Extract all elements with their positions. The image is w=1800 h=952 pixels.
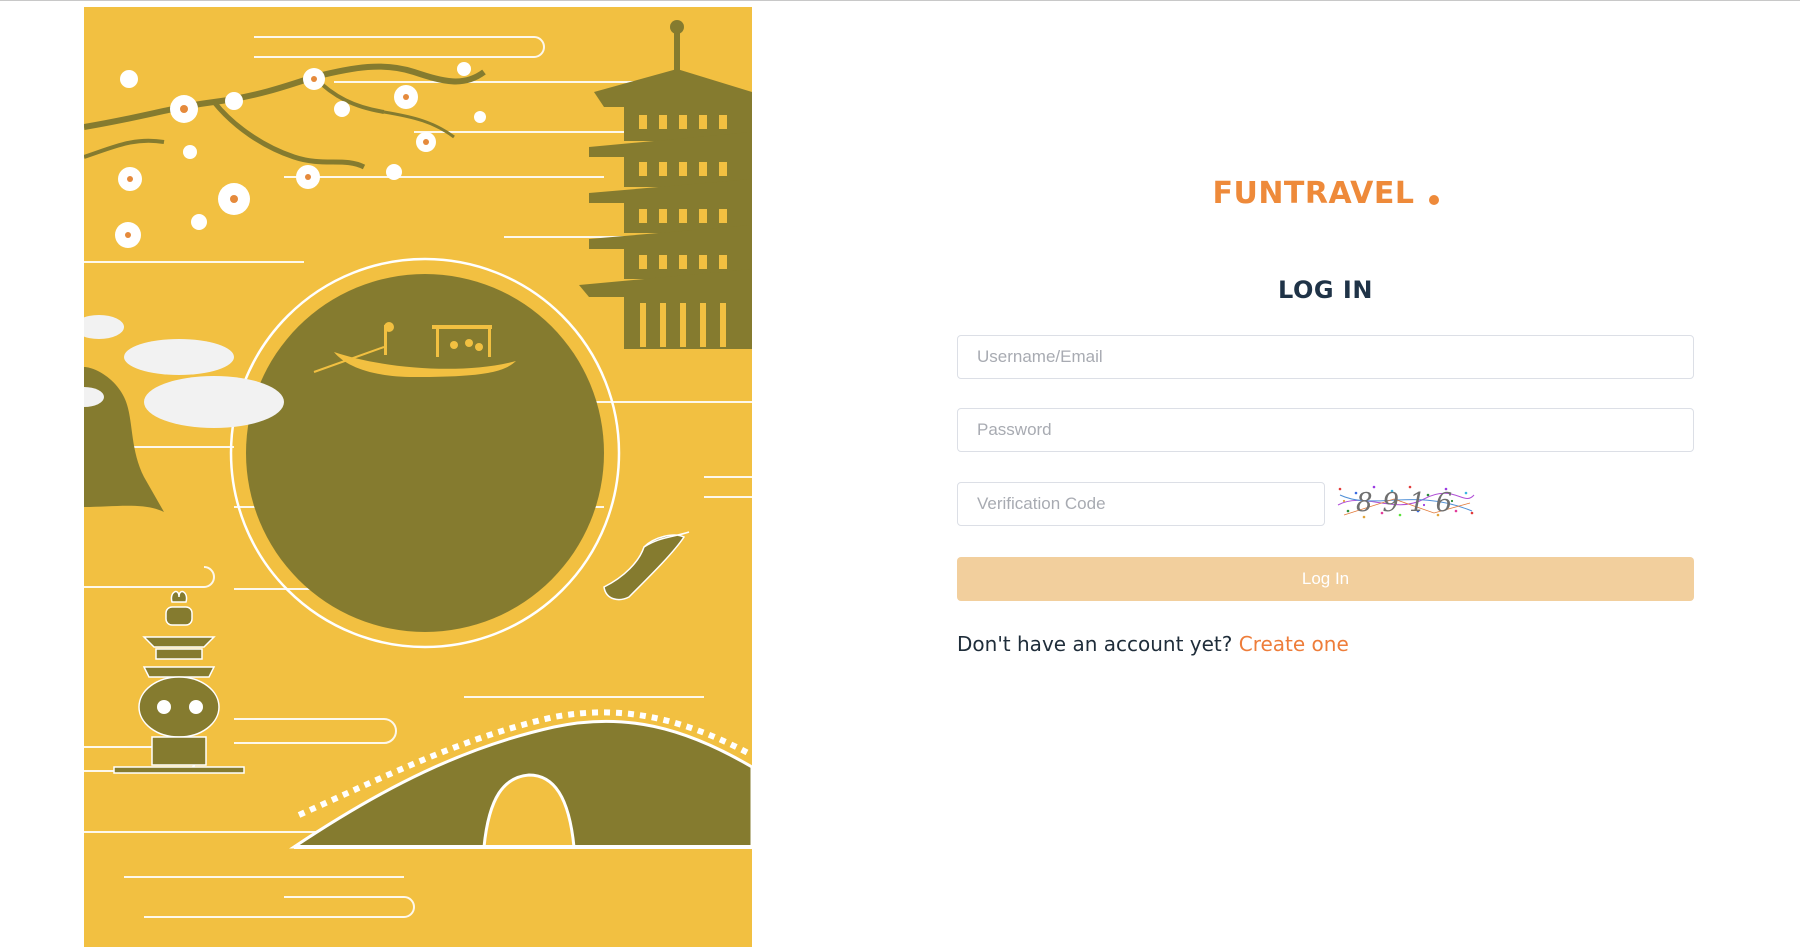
signup-prompt: Don't have an account yet? Create one <box>957 632 1349 656</box>
page-title: LOG IN <box>1278 276 1373 304</box>
brand-dot-icon <box>1428 195 1439 205</box>
login-button[interactable]: Log In <box>957 557 1694 601</box>
captcha-text: 8916 <box>1356 488 1462 518</box>
scenery-illustration <box>84 20 752 918</box>
signup-prompt-text: Don't have an account yet? <box>957 632 1233 656</box>
arch-bridge <box>289 709 752 849</box>
hero-illustration <box>84 7 752 947</box>
blossom-branch <box>84 62 486 248</box>
login-panel: FUNTRAVEL LOG IN Username/Email Verifica… <box>957 1 1694 952</box>
brand-logo: FUNTRAVEL <box>957 176 1694 211</box>
brand-name: FUNTRAVEL <box>1212 176 1415 211</box>
password-input[interactable] <box>957 408 1694 452</box>
login-page: FUNTRAVEL LOG IN Username/Email Verifica… <box>0 0 1800 952</box>
captcha-svg: 8916 <box>1337 485 1475 519</box>
username-input[interactable] <box>957 335 1694 379</box>
stone-lantern <box>113 590 245 774</box>
moon <box>246 274 604 632</box>
captcha-image[interactable]: 8916 <box>1334 481 1476 521</box>
fan-shell <box>603 531 690 601</box>
pagoda <box>579 20 752 349</box>
verification-code-input[interactable] <box>957 482 1325 526</box>
create-account-link[interactable]: Create one <box>1239 632 1349 656</box>
